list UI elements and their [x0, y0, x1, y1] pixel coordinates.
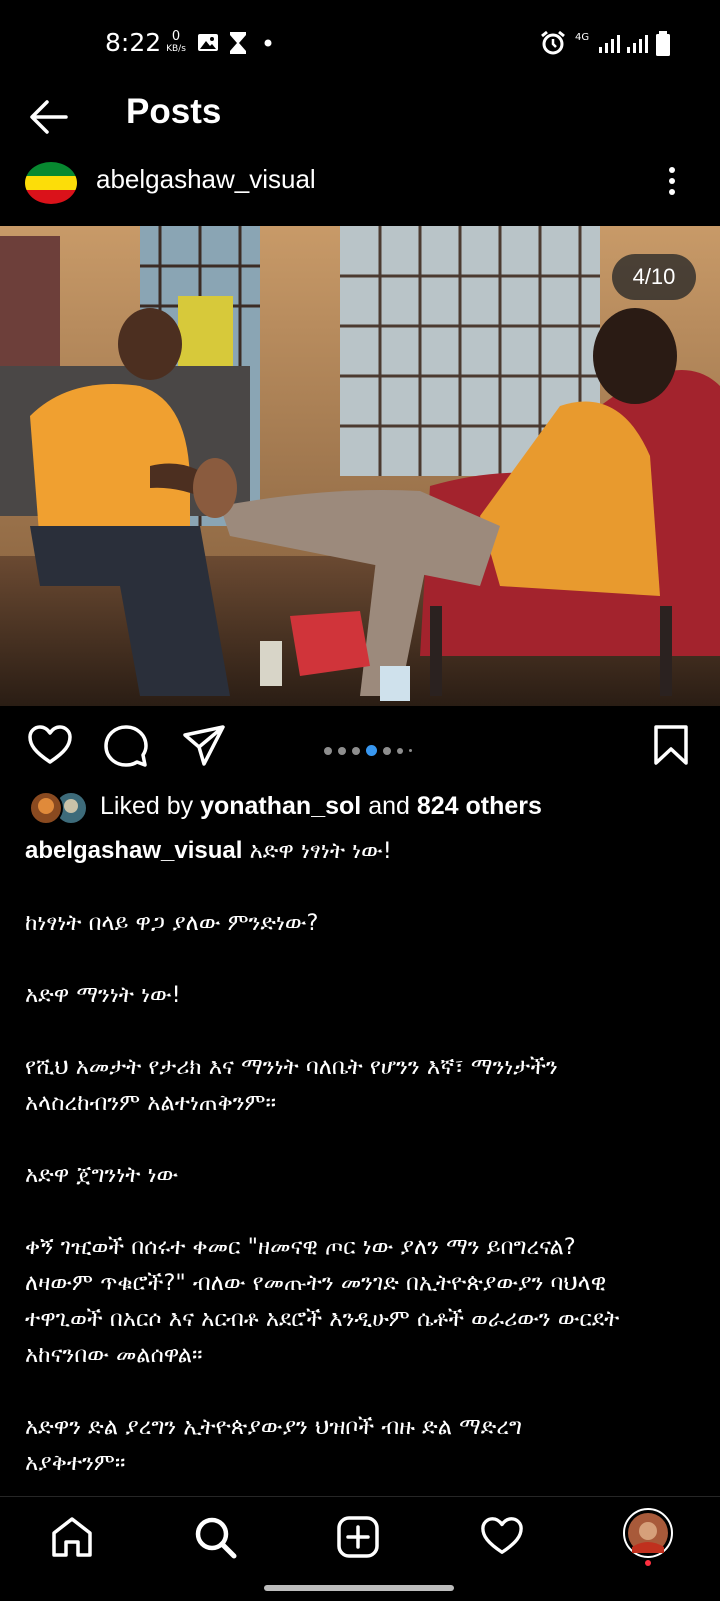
home-indicator[interactable] [264, 1585, 454, 1591]
status-bar: 8:22 0 KB/s 4G [0, 0, 720, 90]
caption-spacer [25, 1013, 705, 1049]
home-icon[interactable] [50, 1515, 94, 1559]
bookmark-icon[interactable] [652, 724, 690, 766]
carousel-dot-active [366, 745, 377, 756]
avatar[interactable] [25, 162, 77, 204]
send-icon[interactable] [182, 724, 226, 768]
image-icon [198, 34, 218, 51]
caption-spacer [25, 1121, 705, 1157]
caption-spacer [25, 1193, 705, 1229]
likes-summary[interactable]: Liked by yonathan_sol and 824 others [100, 792, 542, 821]
caption-body: ከነፃነት በላይ ዋጋ ያለው ምንድነው? አድዋ ማንነት ነው! የሺህ… [25, 869, 705, 1481]
carousel-dot [338, 746, 346, 755]
dot-icon [264, 39, 272, 47]
network-type: 4G [575, 32, 590, 43]
alarm-icon [541, 30, 565, 55]
caption-paragraph: አድዋን ድል ያረግን ኢትዮጵያውያን ህዝቦች ብዙ ድል ማድረግ አያ… [25, 1414, 523, 1476]
data-rate: 0 KB/s [163, 29, 189, 55]
carousel-indicator [324, 740, 424, 756]
signal-icon [599, 35, 620, 53]
carousel-dot [352, 746, 360, 755]
caption-paragraph: ከነፃነት በላይ ዋጋ ያለው ምንድነው? [25, 910, 319, 936]
likes-others[interactable]: 824 others [417, 792, 542, 820]
caption-paragraph: አድዋ ጀግንነት ነው [25, 1162, 179, 1188]
avatar [29, 791, 88, 825]
profile-icon[interactable] [622, 1507, 674, 1567]
liker-avatars[interactable] [28, 790, 88, 826]
caption-spacer [25, 1373, 705, 1409]
more-vertical-icon[interactable] [668, 166, 676, 196]
battery-icon [656, 31, 670, 56]
post-caption: abelgashaw_visual አድዋ ነፃነት ነው! ከነፃነት በላይ… [25, 833, 705, 1481]
hourglass-icon [230, 32, 246, 54]
activity-icon[interactable] [480, 1515, 524, 1557]
create-icon[interactable] [336, 1515, 380, 1559]
post-author-username[interactable]: abelgashaw_visual [96, 164, 316, 195]
signal-icon [627, 35, 648, 53]
comment-icon[interactable] [104, 724, 148, 768]
caption-spacer [25, 941, 705, 977]
carousel-dot [409, 749, 412, 752]
likes-prefix: Liked by [100, 792, 194, 820]
heart-icon[interactable] [27, 724, 73, 766]
carousel-dot [383, 746, 391, 755]
arrow-left-icon[interactable] [28, 96, 70, 138]
caption-paragraph: ቀኝ ገዢወች በሰሩተ ቀመር "ዘመናዊ ጦር ነው ያለን ማን ይበግረ… [25, 1234, 620, 1368]
carousel-dot [397, 747, 403, 754]
caption-paragraph: አድዋ ማንነት ነው! [25, 982, 181, 1008]
status-time: 8:22 [105, 28, 162, 57]
search-icon[interactable] [193, 1515, 237, 1559]
caption-username[interactable]: abelgashaw_visual [25, 837, 242, 864]
data-rate-value: 0 [171, 29, 181, 44]
likes-user[interactable]: yonathan_sol [200, 792, 361, 820]
caption-spacer [25, 869, 705, 905]
caption-paragraph: የሺህ አመታት የታሪክ እና ማንነት ባለቤት የሆንን እኛ፣ ማንነታ… [25, 1054, 558, 1116]
carousel-dot [324, 746, 332, 755]
image-counter: 4/10 [612, 254, 696, 300]
post-photo-graphic [0, 226, 720, 706]
likes-middle: and [368, 792, 410, 820]
page-title: Posts [126, 92, 222, 131]
caption-first-line: አድዋ ነፃነት ነው! [249, 838, 392, 864]
post-image[interactable] [0, 226, 720, 706]
data-rate-unit: KB/s [166, 44, 186, 54]
